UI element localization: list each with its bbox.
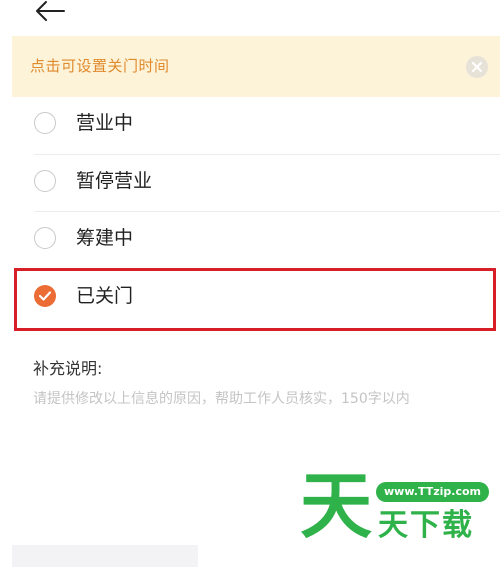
radio-unchecked-icon[interactable] (34, 227, 56, 249)
watermark-small-text: 天下载 (378, 508, 474, 543)
arrow-left-icon (36, 1, 65, 21)
watermark-big-char: 天 (300, 464, 373, 548)
status-option-label: 暂停营业 (76, 170, 153, 192)
status-option-preparing[interactable]: 筹建中 (0, 212, 500, 268)
watermark-url: www.TTzip.com (376, 482, 489, 502)
notice-close-button[interactable] (466, 56, 488, 78)
radio-unchecked-icon[interactable] (34, 170, 56, 192)
highlight-annotation-box (14, 268, 496, 331)
status-option-paused[interactable]: 暂停营业 (0, 155, 500, 211)
back-button[interactable] (34, 0, 66, 22)
watermark-logo: 天 www.TTzip.com 天下载 (300, 466, 500, 567)
supplement-input[interactable]: 请提供修改以上信息的原因，帮助工作人员核实，150字以内 (33, 388, 478, 410)
bottom-placeholder-block (12, 545, 198, 567)
notice-bar[interactable]: 点击可设置关门时间 (12, 36, 500, 97)
radio-unchecked-icon[interactable] (34, 112, 56, 134)
close-icon (472, 62, 482, 72)
status-option-label: 筹建中 (76, 227, 134, 249)
notice-text: 点击可设置关门时间 (30, 57, 170, 75)
status-option-label: 营业中 (76, 112, 134, 134)
supplement-label: 补充说明: (33, 359, 103, 378)
status-option-open[interactable]: 营业中 (0, 97, 500, 153)
store-status-page: 点击可设置关门时间 营业中 暂停营业 筹建中 已关门 补充说明: 请提供修改以上… (0, 0, 500, 567)
